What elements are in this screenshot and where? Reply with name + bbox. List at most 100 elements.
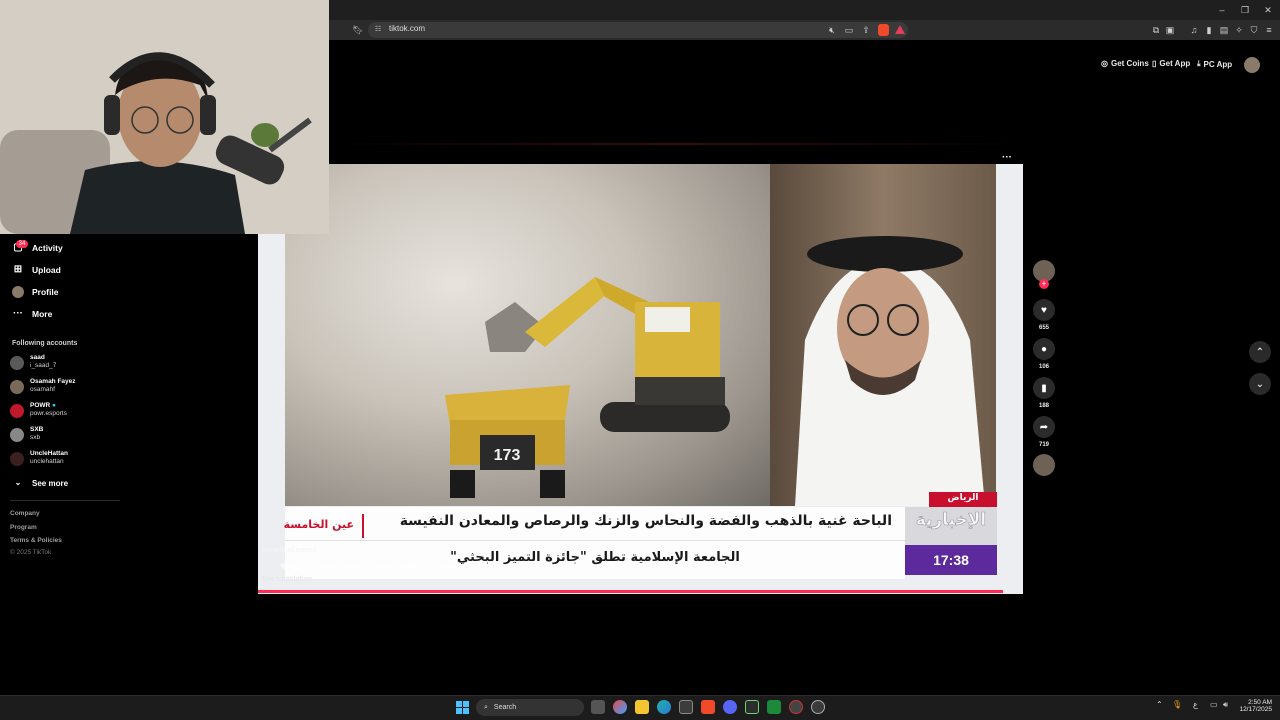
sidebar-item-upload[interactable]: ⊞ Upload [12, 262, 61, 278]
file-explorer-icon[interactable] [635, 700, 649, 714]
news-time: 17:38 [933, 552, 969, 568]
share-button[interactable]: ➦ [1033, 416, 1055, 438]
like-count: 655 [1038, 325, 1049, 331]
previous-video-button[interactable]: ⌃ [1249, 341, 1271, 363]
obs-icon[interactable] [789, 700, 803, 714]
program-logo: عين الخامسة [283, 518, 354, 531]
close-icon[interactable]: ✕ [1262, 4, 1274, 16]
headline-divider [362, 514, 364, 538]
share-count: 719 [1038, 442, 1049, 448]
footer-link[interactable]: Company [10, 510, 40, 517]
music-disc[interactable] [1033, 454, 1055, 476]
bookmark-icon[interactable]: 🔖︎ [352, 24, 364, 36]
comment-count: 106 [1038, 364, 1049, 370]
edge-icon[interactable] [657, 700, 671, 714]
following-account[interactable]: SXB sxb [10, 426, 43, 442]
news-headline: الباحة غنية بالذهب والفضة والنحاس والزنك… [399, 513, 892, 529]
sidebar-icon[interactable]: ▮ [1203, 24, 1215, 36]
terminal-icon[interactable] [745, 700, 759, 714]
more-options-icon[interactable]: ··· [1002, 152, 1012, 163]
chevron-up-icon: ⌃ [1255, 346, 1265, 358]
see-more-button[interactable]: ⌄ See more [12, 475, 68, 491]
copilot-icon[interactable] [613, 700, 627, 714]
follow-plus-icon[interactable]: + [1039, 279, 1049, 289]
start-icon[interactable] [456, 701, 469, 714]
like-button[interactable]: ♥ [1033, 299, 1055, 321]
following-account[interactable]: saad i_saad_7 [10, 354, 56, 370]
divider [10, 500, 120, 501]
discord-icon[interactable] [723, 700, 737, 714]
network-icon[interactable]: ▭ [1210, 700, 1218, 709]
taskbar-search[interactable]: ⌕ Search [476, 699, 584, 716]
activity-badge: 34 [16, 240, 28, 248]
share-icon[interactable]: ⇪ [860, 24, 872, 36]
get-coins-button[interactable]: ◎ Get Coins [1101, 59, 1149, 68]
more-dots-icon: ··· [13, 308, 23, 319]
volume-icon[interactable]: 🔊︎ [1223, 700, 1228, 710]
comment-button[interactable]: ● [1033, 338, 1055, 360]
clock-time: 2:50 AM [1248, 699, 1272, 706]
see-translation-link[interactable]: See translation [262, 576, 312, 583]
dump-truck-image: 173 [445, 385, 570, 498]
video-author[interactable]: ismaiil.al.ameri [262, 545, 316, 554]
cast-icon[interactable]: ▭ [843, 24, 855, 36]
avatar [10, 404, 24, 418]
store-icon[interactable] [679, 700, 693, 714]
vpn-icon[interactable]: ⛉ [1248, 24, 1260, 36]
download-icon: ⤓ [1197, 59, 1201, 68]
brave-shields-icon[interactable] [878, 24, 889, 36]
footer-link[interactable]: Terms & Policies [10, 537, 62, 544]
tray-overflow-icon[interactable]: ⌃ [1156, 700, 1163, 709]
avatar [10, 452, 24, 466]
avatar [10, 380, 24, 394]
ticker-divider [285, 540, 905, 541]
chevron-down-icon: ⌄ [14, 478, 22, 487]
task-view-icon[interactable] [591, 700, 605, 714]
following-heading: Following accounts [12, 340, 78, 347]
brave-icon[interactable] [701, 700, 715, 714]
heart-icon: ♥ [1041, 304, 1047, 316]
plus-square-icon: ⊞ [13, 264, 23, 275]
avatar [10, 356, 24, 370]
minimize-icon[interactable]: – [1216, 4, 1228, 16]
following-account[interactable]: UncleHattan unclehattan [10, 450, 68, 466]
share-arrow-icon: ➦ [1039, 421, 1049, 433]
menu-icon[interactable]: ≡ [1263, 24, 1275, 36]
profile-avatar[interactable] [1244, 57, 1260, 73]
language-indicator[interactable]: ع [1193, 700, 1198, 709]
rewards-icon[interactable] [895, 25, 905, 34]
sidebar-item-more[interactable]: ··· More [12, 306, 52, 322]
extensions-icon[interactable]: ⧉ [1150, 24, 1162, 36]
save-count: 188 [1038, 403, 1049, 409]
app-icon[interactable] [811, 700, 825, 714]
nvidia-icon[interactable] [767, 700, 781, 714]
comment-icon: ● [1040, 343, 1048, 355]
site-info-icon[interactable]: ☷ [372, 24, 384, 36]
microphone-icon[interactable]: 🎙︎ [1172, 700, 1182, 709]
next-video-button[interactable]: ⌄ [1249, 373, 1271, 395]
chevron-down-icon: ⌄ [1255, 378, 1265, 390]
downloads-icon[interactable]: ▤ [1218, 24, 1230, 36]
following-account[interactable]: Osamah Fayez osamahf [10, 378, 76, 394]
get-app-button[interactable]: ▯ Get App [1152, 59, 1190, 68]
guest-image [795, 236, 985, 506]
wallet-icon[interactable]: ▣ [1164, 24, 1176, 36]
channel-name: الإخبارية [915, 510, 987, 531]
url-text: tiktok.com [389, 24, 426, 33]
video-progress-bar[interactable] [258, 590, 1003, 593]
progress-line [330, 143, 1023, 145]
restore-icon[interactable]: ❐ [1239, 4, 1251, 16]
pc-app-button[interactable]: ⤓ PC App [1197, 59, 1232, 69]
phone-icon: ▯ [1152, 59, 1157, 68]
mute-icon[interactable]: 🔇︎ [826, 24, 838, 36]
copyright: © 2025 TikTok [10, 549, 52, 556]
sidebar-item-profile[interactable]: Profile [12, 284, 58, 300]
profile-avatar-icon [12, 286, 24, 298]
save-button[interactable]: ▮ [1033, 377, 1055, 399]
music-icon[interactable]: ♫ [1188, 24, 1200, 36]
following-account[interactable]: POWR ● powr.esports [10, 402, 67, 418]
leo-icon[interactable]: ✧ [1233, 24, 1245, 36]
clock[interactable]: 2:50 AM 12/17/2025 [1238, 699, 1272, 713]
footer-link[interactable]: Program [10, 524, 37, 531]
location-text: الرياض [947, 493, 979, 503]
